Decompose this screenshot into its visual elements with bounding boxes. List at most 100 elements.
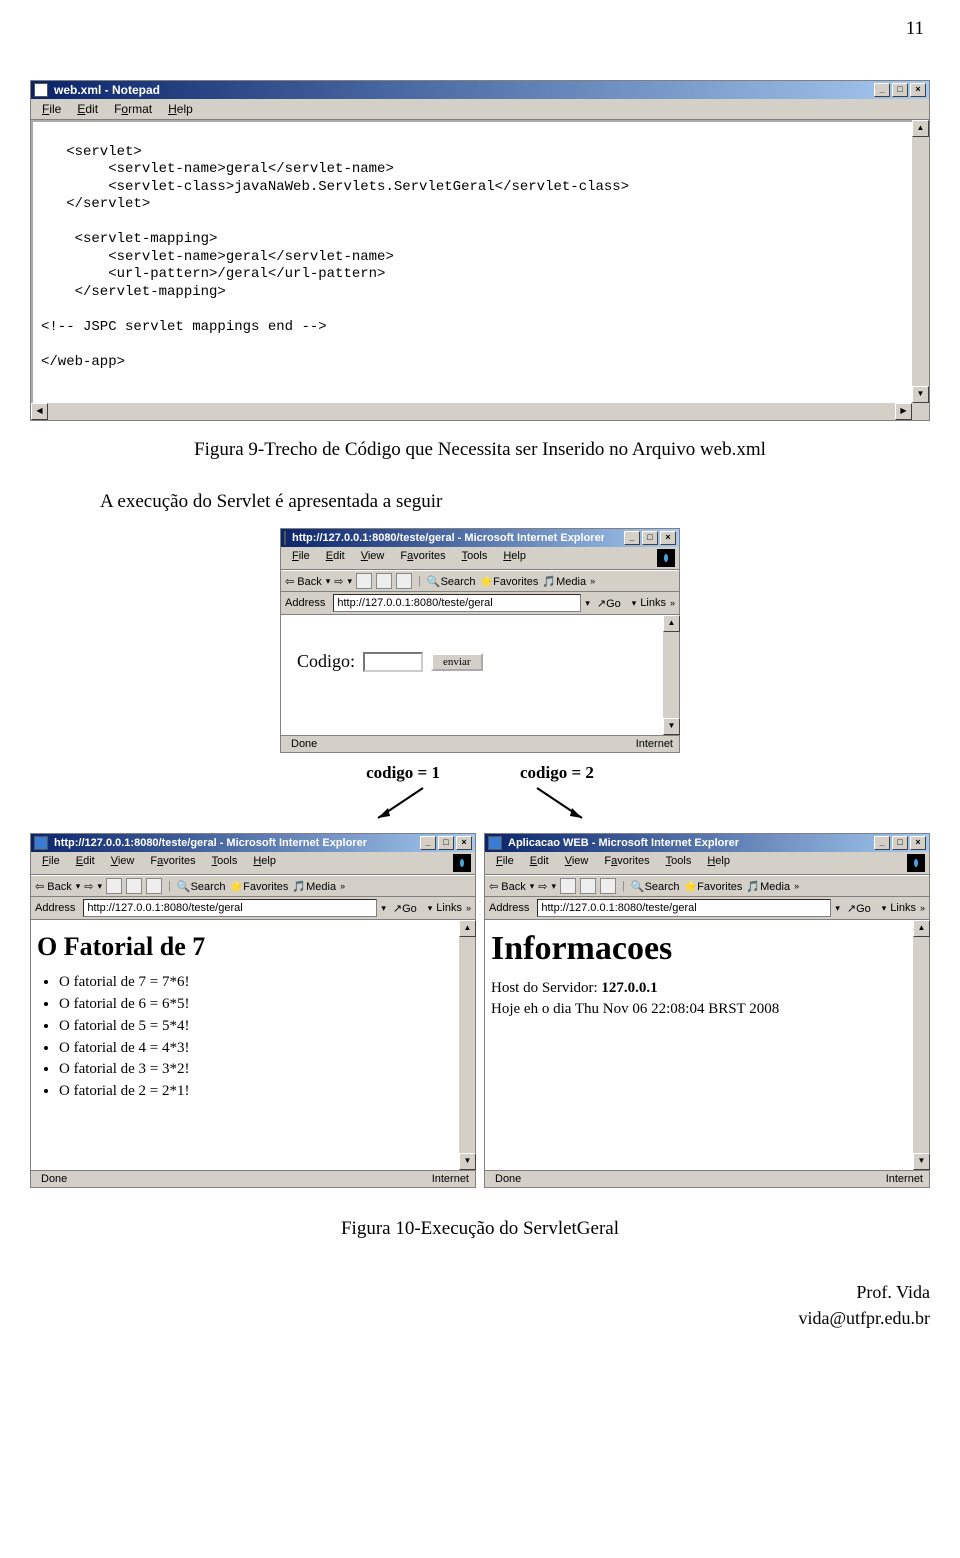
go-button[interactable]: ↗Go [390,902,420,915]
go-button[interactable]: ↗Go [844,902,874,915]
ie-right-statusbar: Done Internet [485,1170,929,1187]
links-label[interactable]: Links [640,597,666,609]
menu-tools[interactable]: Tools [455,549,495,567]
menu-help[interactable]: Help [700,854,737,872]
maximize-button[interactable]: □ [642,531,658,545]
forward-button[interactable]: ⇨ [334,575,343,588]
scroll-down-button[interactable]: ▼ [663,718,680,735]
scroll-up-button[interactable]: ▲ [912,120,929,137]
menu-edit[interactable]: Edit [319,549,352,567]
ie-right-toolbar: ⇦ Back▾ ⇨▾ | 🔍Search ⭐Favorites 🎵Media » [485,875,929,897]
codigo-input[interactable] [363,652,423,672]
scroll-down-button[interactable]: ▼ [459,1153,476,1170]
menu-edit[interactable]: Edit [69,854,102,872]
menu-view[interactable]: View [354,549,392,567]
scroll-up-button[interactable]: ▲ [459,920,476,937]
scrollbar-horizontal[interactable]: ◀ ▶ [31,403,912,420]
scroll-down-button[interactable]: ▼ [912,386,929,403]
ie-top-titlebar[interactable]: http://127.0.0.1:8080/teste/geral - Micr… [281,529,679,547]
menu-file[interactable]: File [285,549,317,567]
minimize-button[interactable]: _ [624,531,640,545]
scrollbar-vertical[interactable]: ▲ ▼ [912,120,929,403]
close-button[interactable]: × [910,83,926,97]
home-icon[interactable] [146,878,162,894]
menu-file[interactable]: File [489,854,521,872]
scroll-right-button[interactable]: ▶ [895,403,912,420]
media-button[interactable]: 🎵Media [746,880,790,893]
close-button[interactable]: × [660,531,676,545]
links-label[interactable]: Links [890,902,916,914]
notepad-textarea[interactable]: <servlet> <servlet-name>geral</servlet-n… [31,120,929,420]
stop-icon[interactable] [106,878,122,894]
menu-view[interactable]: View [558,854,596,872]
ie-top-addressbar: Address ▾ ↗Go ▾ Links» [281,592,679,615]
close-button[interactable]: × [910,836,926,850]
ie-right-titlebar[interactable]: Aplicacao WEB - Microsoft Internet Explo… [485,834,929,852]
ie-top-toolbar: ⇦ Back▾ ⇨▾ | 🔍Search ⭐Favorites 🎵Media » [281,570,679,592]
favorites-button[interactable]: ⭐Favorites [479,575,538,588]
media-button[interactable]: 🎵Media [292,880,336,893]
menu-help[interactable]: Help [246,854,283,872]
scrollbar-vertical[interactable]: ▲ ▼ [913,920,929,1170]
favorites-button[interactable]: ⭐Favorites [683,880,742,893]
minimize-button[interactable]: _ [874,836,890,850]
menu-help[interactable]: Help [161,101,200,117]
menu-edit[interactable]: Edit [70,101,105,117]
favorites-button[interactable]: ⭐Favorites [229,880,288,893]
ie-left-titlebar[interactable]: http://127.0.0.1:8080/teste/geral - Micr… [31,834,475,852]
scroll-down-button[interactable]: ▼ [913,1153,930,1170]
go-button[interactable]: ↗Go [594,597,624,610]
maximize-button[interactable]: □ [892,83,908,97]
maximize-button[interactable]: □ [438,836,454,850]
menu-help[interactable]: Help [496,549,533,567]
back-button[interactable]: ⇦ Back [489,880,526,893]
search-button[interactable]: 🔍Search [177,880,226,893]
minimize-button[interactable]: _ [420,836,436,850]
scroll-up-button[interactable]: ▲ [663,615,680,632]
close-button[interactable]: × [456,836,472,850]
media-button[interactable]: 🎵Media [542,575,586,588]
address-input[interactable] [537,899,831,917]
footer-email: vida@utfpr.edu.br [30,1306,930,1331]
refresh-icon[interactable] [376,573,392,589]
scroll-up-button[interactable]: ▲ [913,920,930,937]
links-label[interactable]: Links [436,902,462,914]
status-zone: Internet [432,1173,469,1185]
stop-icon[interactable] [356,573,372,589]
scroll-left-button[interactable]: ◀ [31,403,48,420]
maximize-button[interactable]: □ [892,836,908,850]
menu-file[interactable]: File [35,854,67,872]
address-input[interactable] [333,594,581,612]
menu-tools[interactable]: Tools [659,854,699,872]
menu-tools[interactable]: Tools [205,854,245,872]
forward-button[interactable]: ⇨ [538,880,547,893]
address-input[interactable] [83,899,377,917]
search-button[interactable]: 🔍Search [631,880,680,893]
stop-icon[interactable] [560,878,576,894]
notepad-title: web.xml - Notepad [54,83,160,97]
home-icon[interactable] [600,878,616,894]
menu-favorites[interactable]: Favorites [597,854,656,872]
figure10-caption: Figura 10-Execução do ServletGeral [30,1218,930,1240]
refresh-icon[interactable] [580,878,596,894]
refresh-icon[interactable] [126,878,142,894]
menu-favorites[interactable]: Favorites [143,854,202,872]
menu-edit[interactable]: Edit [523,854,556,872]
home-icon[interactable] [396,573,412,589]
scrollbar-vertical[interactable]: ▲ ▼ [663,615,679,735]
scrollbar-vertical[interactable]: ▲ ▼ [459,920,475,1170]
menu-view[interactable]: View [104,854,142,872]
resize-grip[interactable] [912,403,929,420]
menu-file[interactable]: File [35,101,68,117]
back-button[interactable]: ⇦ Back [35,880,72,893]
enviar-button[interactable]: enviar [431,653,482,671]
menu-favorites[interactable]: Favorites [393,549,452,567]
forward-button[interactable]: ⇨ [84,880,93,893]
ie-right-menubar: File Edit View Favorites Tools Help [485,852,929,875]
list-item: O fatorial de 7 = 7*6! [59,972,469,994]
search-button[interactable]: 🔍Search [427,575,476,588]
notepad-titlebar[interactable]: web.xml - Notepad _ □ × [31,81,929,99]
menu-format[interactable]: Format [107,101,159,117]
minimize-button[interactable]: _ [874,83,890,97]
back-button[interactable]: ⇦ Back [285,575,322,588]
